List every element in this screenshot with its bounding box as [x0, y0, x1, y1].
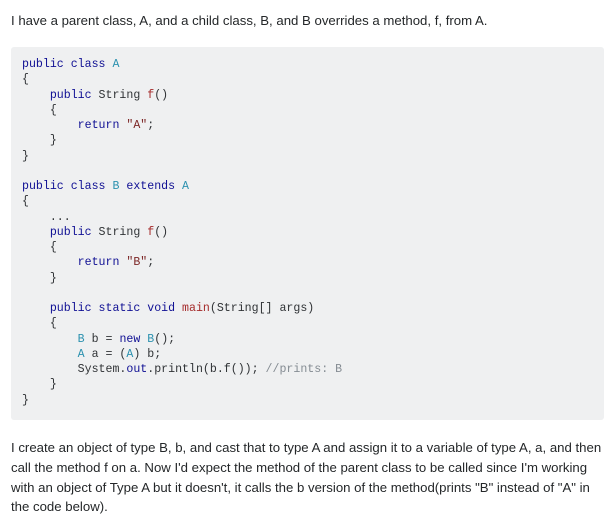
code-token: B — [77, 332, 92, 346]
code-token: public — [49, 88, 99, 102]
code-line: return "A"; — [22, 118, 604, 133]
code-token: public static void — [49, 302, 183, 315]
code-token: return — [77, 119, 127, 132]
code-line: public class A — [22, 57, 604, 72]
question-intro-paragraph: I have a parent class, A, and a child cl… — [11, 13, 488, 28]
code-token: return — [77, 256, 127, 270]
code-line: } — [22, 149, 604, 164]
code-token: { — [22, 73, 29, 87]
code-line: return "B"; — [22, 255, 604, 270]
code-token: B — [112, 180, 127, 193]
code-token: out — [126, 363, 148, 376]
code-token: new — [119, 332, 148, 346]
code-token: "B" — [126, 256, 148, 270]
code-line: public String f() — [22, 88, 604, 103]
code-token: } — [22, 134, 57, 148]
code-token: public class — [22, 180, 113, 193]
code-token: { — [22, 317, 57, 331]
code-line: public class B extends A — [22, 179, 604, 194]
code-token: (); — [154, 332, 176, 346]
code-token: () — [154, 225, 169, 239]
code-token: ; — [147, 256, 155, 270]
code-token: () — [154, 88, 169, 102]
code-token: "A" — [126, 119, 148, 132]
code-token: { — [22, 241, 57, 254]
code-token: (String[] args) — [209, 302, 315, 315]
code-token: ... — [22, 210, 71, 224]
code-line: { — [22, 240, 604, 255]
code-token: } — [22, 149, 29, 163]
code-line: } — [22, 377, 604, 392]
code-token: ; — [147, 119, 155, 132]
code-token: A — [77, 347, 92, 361]
code-token: .println(b.f()); — [147, 363, 266, 376]
code-line: ... — [22, 210, 604, 225]
code-token: a = ( — [91, 347, 127, 361]
code-line: } — [22, 271, 604, 286]
code-token: A — [182, 180, 190, 193]
code-token: } — [22, 271, 57, 285]
code-line: { — [22, 72, 604, 87]
question-explanation-paragraph: I create an object of type B, b, and cas… — [11, 440, 602, 515]
code-line: System.out.println(b.f()); //prints: B — [22, 362, 604, 377]
code-line: { — [22, 103, 604, 118]
code-line: } — [22, 133, 604, 148]
code-line: public static void main(String[] args) — [22, 301, 604, 316]
code-line: B b = new B(); — [22, 332, 604, 347]
code-token: public — [49, 225, 99, 239]
code-token: b = — [91, 332, 120, 346]
code-token: main — [182, 302, 210, 315]
code-token: //prints: B — [265, 363, 343, 376]
code-token: { — [22, 195, 29, 209]
code-token: ) b; — [133, 347, 162, 361]
code-line: } — [22, 393, 604, 408]
code-block: public class A{ public String f() { retu… — [11, 47, 604, 420]
code-line: { — [22, 194, 604, 209]
code-line: public String f() — [22, 225, 604, 240]
code-token: } — [22, 393, 29, 407]
code-line: { — [22, 316, 604, 331]
code-token: System. — [22, 363, 127, 376]
code-token: String — [98, 225, 148, 239]
code-line: A a = (A) b; — [22, 347, 604, 362]
code-token: String — [98, 88, 148, 102]
code-token: { — [22, 103, 57, 117]
code-token: public class — [22, 58, 113, 71]
code-token: extends — [126, 180, 183, 193]
code-token: } — [22, 378, 57, 392]
code-token: A — [112, 58, 120, 71]
